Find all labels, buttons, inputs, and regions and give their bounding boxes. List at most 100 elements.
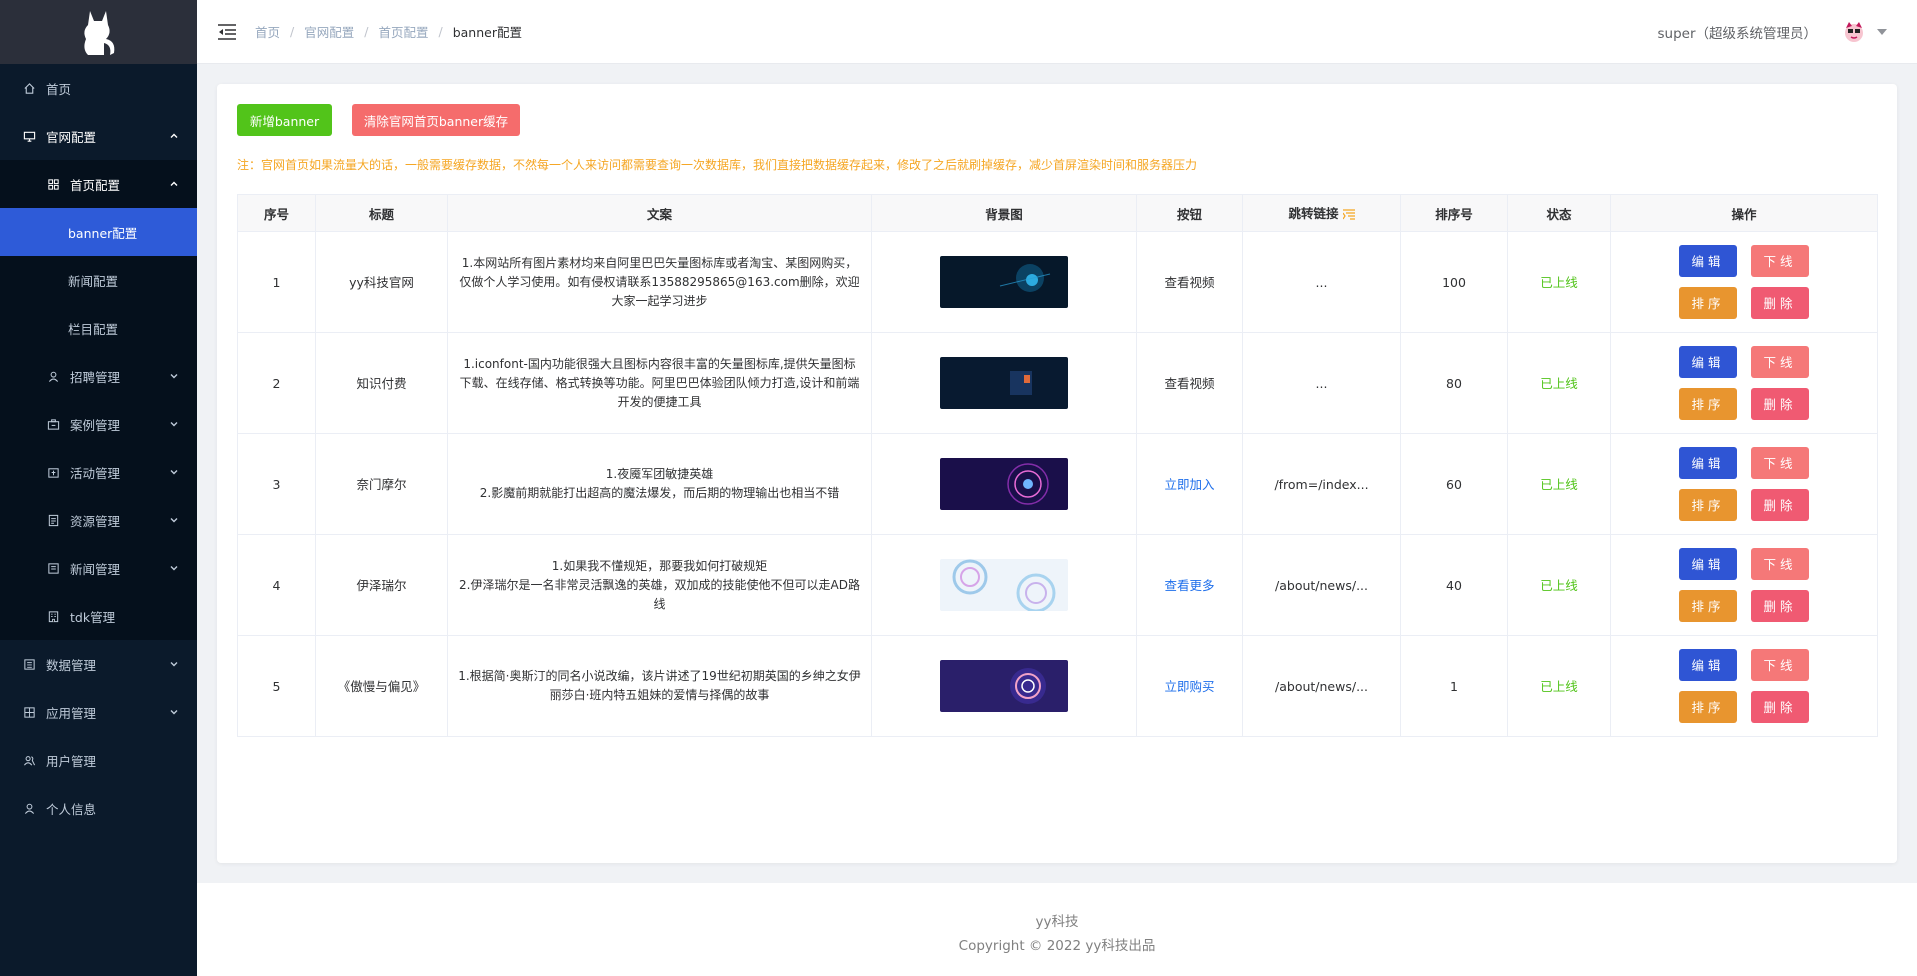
sidebar-item-users[interactable]: 用户管理 <box>0 736 197 784</box>
column-header-button: 按钮 <box>1136 194 1243 232</box>
person-icon <box>46 369 60 383</box>
cell-title: 《傲慢与偏见》 <box>315 635 448 737</box>
delete-button[interactable]: 删除 <box>1751 590 1809 622</box>
sidebar-item-resources[interactable]: 资源管理 <box>0 496 197 544</box>
sidebar-item-recruit[interactable]: 招聘管理 <box>0 352 197 400</box>
offline-button[interactable]: 下线 <box>1751 548 1809 580</box>
user-icon <box>22 801 36 815</box>
sidebar-item-tdk[interactable]: tdk管理 <box>0 592 197 640</box>
breadcrumb-home-config[interactable]: 首页配置 <box>378 22 428 41</box>
user-menu[interactable]: super（超级系统管理员） <box>1657 0 1887 64</box>
site-config-submenu: 首页配置 banner配置 新闻配置 栏目配置 招聘管理 案例管理 活动管理 资… <box>0 160 197 640</box>
sort-button[interactable]: 排序 <box>1679 590 1737 622</box>
breadcrumb-home[interactable]: 首页 <box>255 22 280 41</box>
edit-button[interactable]: 编辑 <box>1679 649 1737 681</box>
delete-button[interactable]: 删除 <box>1751 489 1809 521</box>
sidebar-item-banner-config[interactable]: banner配置 <box>0 208 197 256</box>
filter-sort-icon[interactable] <box>1342 208 1355 223</box>
cell-index: 1 <box>237 231 316 333</box>
sidebar-item-home-config[interactable]: 首页配置 <box>0 160 197 208</box>
delete-button[interactable]: 删除 <box>1751 388 1809 420</box>
status-badge: 已上线 <box>1507 534 1611 636</box>
cell-background <box>871 231 1137 333</box>
sidebar-item-apps[interactable]: 应用管理 <box>0 688 197 736</box>
edit-button[interactable]: 编辑 <box>1679 346 1737 378</box>
chevron-down-icon <box>169 707 179 717</box>
sidebar-item-site-config[interactable]: 官网配置 <box>0 112 197 160</box>
sort-button[interactable]: 排序 <box>1679 388 1737 420</box>
sidebar-item-home[interactable]: 首页 <box>0 64 197 112</box>
offline-button[interactable]: 下线 <box>1751 649 1809 681</box>
avatar[interactable] <box>1841 19 1867 45</box>
background-thumbnail[interactable] <box>940 357 1068 409</box>
cell-copy: 1.根据简·奥斯汀的同名小说改编，该片讲述了19世纪初期英国的乡绅之女伊丽莎白·… <box>447 635 872 737</box>
breadcrumb-current: banner配置 <box>452 25 522 40</box>
sidebar-item-profile[interactable]: 个人信息 <box>0 784 197 832</box>
sidebar-item-news-config[interactable]: 新闻配置 <box>0 256 197 304</box>
delete-button[interactable]: 删除 <box>1751 287 1809 319</box>
cache-notice: 注：官网首页如果流量大的话，一般需要缓存数据，不然每一个人来访问都需要查询一次数… <box>237 158 1198 172</box>
edit-button[interactable]: 编辑 <box>1679 245 1737 277</box>
chevron-down-icon <box>169 563 179 573</box>
offline-button[interactable]: 下线 <box>1751 346 1809 378</box>
background-thumbnail[interactable] <box>940 559 1068 611</box>
cell-link: /about/news/... <box>1242 534 1401 636</box>
chevron-down-icon <box>169 467 179 477</box>
cell-title: 奈门摩尔 <box>315 433 448 535</box>
background-thumbnail[interactable] <box>940 458 1068 510</box>
offline-button[interactable]: 下线 <box>1751 447 1809 479</box>
cell-button-text[interactable]: 立即加入 <box>1136 433 1243 535</box>
sidebar-item-label: 个人信息 <box>46 801 97 817</box>
dropdown-caret-icon[interactable] <box>1877 29 1887 35</box>
sidebar-item-cases[interactable]: 案例管理 <box>0 400 197 448</box>
column-header-background: 背景图 <box>871 194 1137 232</box>
sidebar-item-events[interactable]: 活动管理 <box>0 448 197 496</box>
sidebar-item-column-config[interactable]: 栏目配置 <box>0 304 197 352</box>
chevron-up-icon <box>169 131 179 141</box>
sort-button[interactable]: 排序 <box>1679 691 1737 723</box>
cell-copy: 1.如果我不懂规矩，那要我如何打破规矩 2.伊泽瑞尔是一名非常灵活飘逸的英雄，双… <box>447 534 872 636</box>
cell-sort: 1 <box>1400 635 1508 737</box>
cell-actions: 编辑 下线 排序 删除 <box>1610 231 1878 333</box>
background-thumbnail[interactable] <box>940 660 1068 712</box>
sort-button[interactable]: 排序 <box>1679 489 1737 521</box>
logo <box>0 0 197 64</box>
column-header-sort: 排序号 <box>1400 194 1508 232</box>
sort-button[interactable]: 排序 <box>1679 287 1737 319</box>
cell-title: 知识付费 <box>315 332 448 434</box>
building-icon <box>46 609 60 623</box>
cell-background <box>871 534 1137 636</box>
status-badge: 已上线 <box>1507 332 1611 434</box>
document-icon <box>46 513 60 527</box>
home-icon <box>22 81 36 95</box>
table-row: 2 知识付费 1.iconfont-国内功能很强大且图标内容很丰富的矢量图标库,… <box>237 332 1878 434</box>
add-banner-button[interactable]: 新增banner <box>237 104 332 136</box>
avatar-icon <box>1845 22 1863 42</box>
breadcrumb-site-config[interactable]: 官网配置 <box>304 22 354 41</box>
cell-sort: 40 <box>1400 534 1508 636</box>
menu-toggle-icon[interactable] <box>217 22 237 42</box>
sidebar-item-label: 官网配置 <box>46 129 97 145</box>
sidebar-item-data[interactable]: 数据管理 <box>0 640 197 688</box>
monitor-icon <box>22 129 36 143</box>
edit-button[interactable]: 编辑 <box>1679 447 1737 479</box>
breadcrumb-separator: / <box>290 24 295 39</box>
column-header-title: 标题 <box>315 194 448 232</box>
grid-icon <box>46 177 60 191</box>
delete-button[interactable]: 删除 <box>1751 691 1809 723</box>
sidebar-item-news-manage[interactable]: 新闻管理 <box>0 544 197 592</box>
background-thumbnail[interactable] <box>940 256 1068 308</box>
cell-title: yy科技官网 <box>315 231 448 333</box>
status-badge: 已上线 <box>1507 635 1611 737</box>
sidebar-item-label: 招聘管理 <box>70 369 121 385</box>
clear-cache-button[interactable]: 清除官网首页banner缓存 <box>352 104 520 136</box>
chevron-down-icon <box>169 515 179 525</box>
offline-button[interactable]: 下线 <box>1751 245 1809 277</box>
column-header-link: 跳转链接 <box>1242 194 1401 232</box>
cell-sort: 60 <box>1400 433 1508 535</box>
apps-icon <box>22 705 36 719</box>
cell-link: /from=/index... <box>1242 433 1401 535</box>
cell-button-text[interactable]: 查看更多 <box>1136 534 1243 636</box>
cell-button-text[interactable]: 立即购买 <box>1136 635 1243 737</box>
edit-button[interactable]: 编辑 <box>1679 548 1737 580</box>
